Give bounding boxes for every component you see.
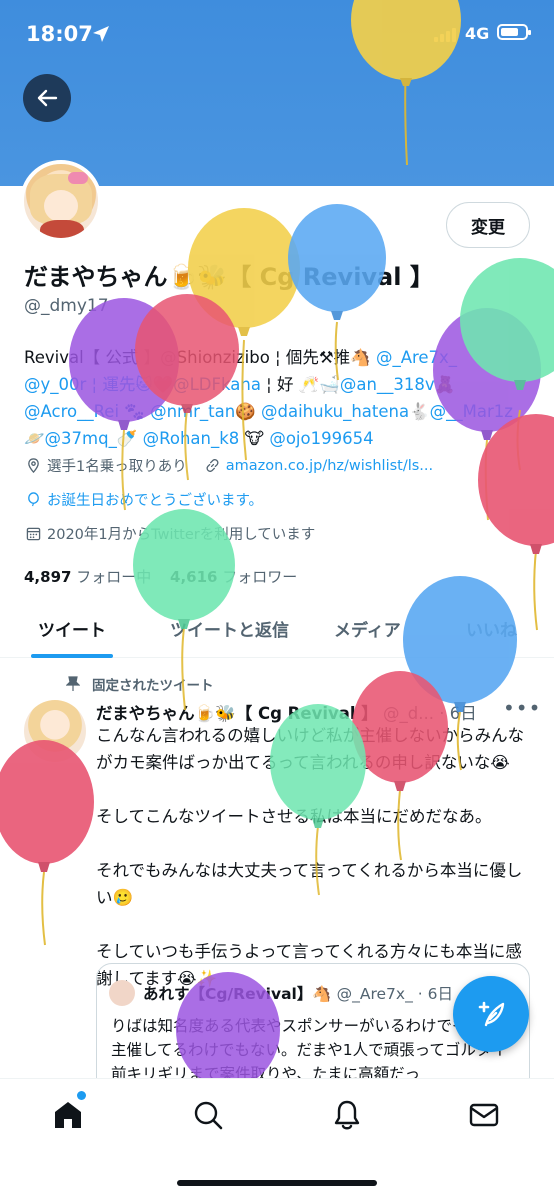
network-type: 4G [465, 24, 490, 43]
bio-mention[interactable]: @LDFkana [173, 375, 261, 394]
profile-birthday-row: お誕生日おめでとうございます。 [26, 489, 263, 510]
tab-tweets[interactable]: ツイート [38, 616, 106, 641]
profile-avatar[interactable] [20, 160, 102, 242]
following-count[interactable]: 4,897 [24, 568, 71, 586]
profile-name: だまやちゃん🍺🐝【 Cg Revival 】 [24, 263, 434, 291]
battery-icon [497, 24, 531, 40]
tweet-author-handle[interactable]: @_d... [383, 704, 434, 723]
tweet-paragraph: そしてこんなツイートさせる私は本当にだめだなあ。 [96, 807, 492, 826]
home-unread-dot [77, 1091, 86, 1100]
tweet-more-button[interactable]: ••• [503, 696, 541, 720]
quote-author-name: あれす【Cg/Revival】🐴 [143, 985, 332, 1003]
back-button[interactable] [23, 74, 71, 122]
bio-mention[interactable]: @37mq_ [45, 429, 117, 448]
pinned-label: 固定されたツイート [92, 678, 214, 694]
search-icon [194, 1101, 223, 1130]
tweet-paragraph: それでもみんなは大丈夫って言ってくれるから本当に優しい🥲 [96, 861, 523, 907]
arrow-left-icon [37, 89, 58, 107]
compose-tweet-button[interactable] [453, 976, 529, 1052]
tab-tweets-and-replies[interactable]: ツイートと返信 [170, 616, 289, 641]
balloon-icon [0, 740, 94, 946]
tweet-paragraph: こんなん言われるの嬉しいけど私が主催しないからみんながカモ案件ばっか出てるって言… [96, 726, 525, 772]
bio-mention[interactable]: @ojo199654 [269, 429, 373, 448]
calendar-icon [26, 527, 41, 541]
status-bar: 18:07 4G [0, 20, 554, 50]
profile-handle: @_dmy17 [24, 296, 109, 316]
location-pin-icon [28, 458, 39, 473]
bio-mention[interactable]: @Rohan_k8 [143, 429, 240, 448]
active-tab-indicator [31, 654, 113, 658]
profile-joined: 2020年1月からTwitterを利用しています [47, 527, 316, 543]
home-indicator [177, 1180, 377, 1186]
quote-author-avatar [109, 980, 135, 1006]
profile-location: 選手1名乗っ取りあり [47, 459, 187, 475]
bio-mention[interactable]: @y_00r ¦ 運先🐱❤️ [24, 375, 173, 394]
bio-mention[interactable]: @Acro__Rei [24, 402, 119, 421]
tab-likes[interactable]: いいね [466, 616, 517, 641]
bio-mention[interactable]: @an__318v [340, 375, 435, 394]
bio-mention[interactable]: @daihuku_hatena [261, 402, 409, 421]
pinned-indicator: 固定されたツイート [66, 674, 214, 694]
tweet-author-name[interactable]: だまやちゃん🍺🐝【 Cg Revival 】 [96, 704, 378, 723]
following-label[interactable]: フォロー中 [76, 568, 151, 586]
nav-search[interactable] [190, 1097, 226, 1133]
bio-mention[interactable]: @nmr_tan [150, 402, 235, 421]
bio-mention[interactable]: @__Mar1z [430, 402, 513, 421]
quote-header: あれす【Cg/Revival】🐴 @_Are7x_ · 6日 [143, 982, 453, 1004]
tweet-author-avatar[interactable] [24, 700, 86, 762]
profile-birthday: お誕生日おめでとうございます。 [47, 493, 264, 509]
follow-stats: 4,897 フォロー中 4,616 フォロワー [24, 566, 311, 587]
tweet-header: だまやちゃん🍺🐝【 Cg Revival 】 @_d... · 6日 [96, 704, 477, 723]
status-time: 18:07 [26, 22, 93, 46]
location-arrow-icon [93, 26, 109, 42]
pin-icon [66, 676, 80, 691]
tab-media[interactable]: メディア [334, 616, 401, 641]
followers-count[interactable]: 4,616 [170, 568, 217, 586]
bell-icon [334, 1100, 360, 1130]
profile-bio: Revival【 公式 】@Shionzizibo ¦ 個先⚒推🐴 @_Are7… [24, 348, 513, 448]
profile-meta-row: 選手1名乗っ取りあり amazon.co.jp/hz/wishlist/ls..… [26, 455, 433, 476]
followers-label[interactable]: フォロワー [222, 568, 297, 586]
profile-joined-row: 2020年1月からTwitterを利用しています [26, 523, 315, 544]
balloon-icon [28, 492, 39, 507]
profile-website-link[interactable]: amazon.co.jp/hz/wishlist/ls... [226, 458, 433, 474]
nav-notifications[interactable] [329, 1097, 365, 1133]
tweet-time[interactable]: 6日 [450, 704, 477, 723]
edit-profile-button[interactable]: 変更 [446, 202, 530, 248]
bio-mention[interactable]: @_Are7x_ [376, 348, 457, 367]
profile-tabs: ツイート ツイートと返信 メディア いいね [0, 600, 554, 658]
feather-plus-icon [478, 1001, 505, 1027]
quote-author-handle: @_Are7x_ · 6日 [336, 985, 453, 1003]
signal-icon [434, 26, 460, 42]
link-icon [206, 459, 219, 472]
mail-icon [469, 1103, 499, 1127]
nav-messages[interactable] [466, 1097, 502, 1133]
nav-home[interactable] [50, 1097, 86, 1133]
home-icon [55, 1102, 81, 1128]
